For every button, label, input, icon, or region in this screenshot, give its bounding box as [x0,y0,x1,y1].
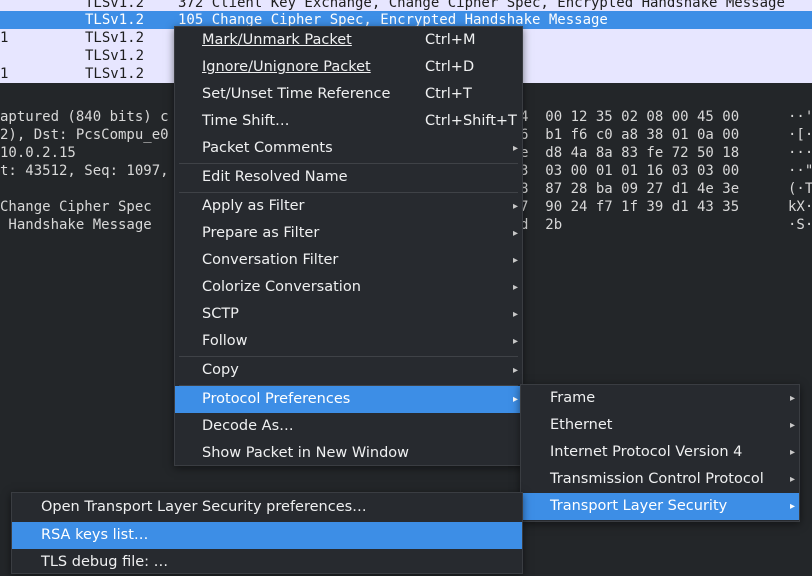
detail-line[interactable]: Handshake Message [0,216,151,234]
menu-item-label: Open Transport Layer Security preference… [41,499,367,515]
chevron-right-icon: ▸ [512,228,518,239]
menu-item-open-tls-preferences[interactable]: Open Transport Layer Security preference… [12,494,522,521]
chevron-right-icon: ▸ [512,309,518,320]
ascii-line: (·T [788,181,812,197]
menu-item-protocol-preferences[interactable]: Protocol Preferences ▸ [175,386,522,413]
detail-line[interactable]: Change Cipher Spec [0,198,152,216]
chevron-right-icon: ▸ [789,393,795,404]
menu-item-show-packet-new-window[interactable]: Show Packet in New Window [175,440,522,467]
menu-item-decode-as[interactable]: Decode As… [175,413,522,440]
menu-item-edit-resolved-name[interactable]: Edit Resolved Name [175,164,522,191]
submenu-item-ipv4[interactable]: Internet Protocol Version 4 ▸ [521,439,799,466]
chevron-right-icon: ▸ [512,255,518,266]
menu-item-label: Internet Protocol Version 4 [550,444,743,460]
menu-item-label: SCTP [202,306,239,322]
detail-line[interactable]: aptured (840 bits) c [0,108,169,126]
packet-context-menu: Mark/Unmark Packet Ctrl+M Ignore/Unignor… [174,26,523,466]
ascii-line: kX· [788,199,812,215]
menu-item-label: Apply as Filter [202,198,305,214]
menu-item-label: Frame [550,390,596,406]
chevron-right-icon: ▸ [789,501,795,512]
menu-item-label: Time Shift… [202,113,290,129]
chevron-right-icon: ▸ [512,394,518,405]
menu-item-ignore-packet[interactable]: Ignore/Unignore Packet Ctrl+D [175,54,522,81]
chevron-right-icon: ▸ [512,282,518,293]
packet-no: 1 [0,30,9,46]
ascii-line: ··' [788,109,812,125]
hex-line: 6 b1 f6 c0 a8 38 01 0a 00 [520,127,740,143]
submenu-item-ethernet[interactable]: Ethernet ▸ [521,412,799,439]
chevron-right-icon: ▸ [789,474,795,485]
menu-item-label: Set/Unset Time Reference [202,86,391,102]
menu-item-label: Mark/Unmark Packet [202,32,352,48]
hex-line: 7 90 24 f7 1f 39 d1 43 35 [520,199,740,215]
menu-shortcut: Ctrl+Shift+T [425,113,517,129]
chevron-right-icon: ▸ [789,447,795,458]
menu-item-copy[interactable]: Copy ▸ [175,357,522,384]
menu-item-conversation-filter[interactable]: Conversation Filter ▸ [175,247,522,274]
hex-line: e d8 4a 8a 83 fe 72 50 18 [520,145,740,161]
packet-protocol: TLSv1.2 [85,12,145,28]
menu-item-tls-debug-file[interactable]: TLS debug file: … [12,549,522,576]
menu-item-label: TLS debug file: … [41,554,169,570]
submenu-item-tls[interactable]: Transport Layer Security ▸ [521,493,799,520]
menu-item-mark-packet[interactable]: Mark/Unmark Packet Ctrl+M [175,27,522,54]
hex-line: 3 03 00 01 01 16 03 03 00 [520,163,740,179]
detail-line[interactable]: 2), Dst: PcsCompu_e0 [0,126,169,144]
menu-item-label: Prepare as Filter [202,225,320,241]
chevron-right-icon: ▸ [512,365,518,376]
packet-no: 1 [0,66,9,82]
menu-item-sctp[interactable]: SCTP ▸ [175,301,522,328]
submenu-item-frame[interactable]: Frame ▸ [521,385,799,412]
menu-item-colorize-conversation[interactable]: Colorize Conversation ▸ [175,274,522,301]
menu-item-label: RSA keys list… [41,527,149,543]
menu-item-label: Transport Layer Security [550,498,728,514]
menu-item-label: Edit Resolved Name [202,169,348,185]
packet-protocol: TLSv1.2 [85,48,145,64]
menu-item-label: Protocol Preferences [202,391,351,407]
hex-line: 4 00 12 35 02 08 00 45 00 [520,109,740,125]
protocol-preferences-submenu: Frame ▸ Ethernet ▸ Internet Protocol Ver… [520,384,800,522]
menu-item-label: Colorize Conversation [202,279,361,295]
tls-preferences-submenu: Open Transport Layer Security preference… [11,492,523,574]
menu-item-label: Ethernet [550,417,613,433]
menu-item-follow[interactable]: Follow ▸ [175,328,522,355]
menu-shortcut: Ctrl+M [425,32,476,48]
detail-line[interactable]: 10.0.2.15 [0,144,76,162]
packet-protocol: TLSv1.2 [85,30,145,46]
menu-item-label: Decode As… [202,418,294,434]
menu-item-time-reference[interactable]: Set/Unset Time Reference Ctrl+T [175,81,522,108]
menu-item-rsa-keys-list[interactable]: RSA keys list… [12,522,522,549]
menu-shortcut: Ctrl+D [425,59,475,75]
ascii-line: ·[· [788,127,812,143]
menu-item-label: Ignore/Unignore Packet [202,59,371,75]
menu-item-label: Follow [202,333,248,349]
menu-item-label: Conversation Filter [202,252,339,268]
menu-item-prepare-as-filter[interactable]: Prepare as Filter ▸ [175,220,522,247]
chevron-right-icon: ▸ [512,143,518,154]
packet-protocol: TLSv1.2 [85,66,145,82]
hex-line: 8 87 28 ba 09 27 d1 4e 3e [520,181,740,197]
detail-line[interactable]: t: 43512, Seq: 1097, [0,162,169,180]
chevron-right-icon: ▸ [512,201,518,212]
ascii-line: ·S· [788,217,812,233]
ascii-line: ··· [788,145,812,161]
menu-item-label: Transmission Control Protocol [550,471,764,487]
chevron-right-icon: ▸ [512,336,518,347]
ascii-line: ··" [788,163,812,179]
menu-item-label: Copy [202,362,239,378]
hex-line: d 2b [520,217,563,233]
menu-item-packet-comments[interactable]: Packet Comments ▸ [175,135,522,162]
chevron-right-icon: ▸ [789,420,795,431]
menu-item-label: Show Packet in New Window [202,445,410,461]
menu-item-apply-as-filter[interactable]: Apply as Filter ▸ [175,193,522,220]
menu-item-time-shift[interactable]: Time Shift… Ctrl+Shift+T [175,108,522,135]
menu-shortcut: Ctrl+T [425,86,472,102]
submenu-item-tcp[interactable]: Transmission Control Protocol ▸ [521,466,799,493]
menu-item-label: Packet Comments [202,140,333,156]
